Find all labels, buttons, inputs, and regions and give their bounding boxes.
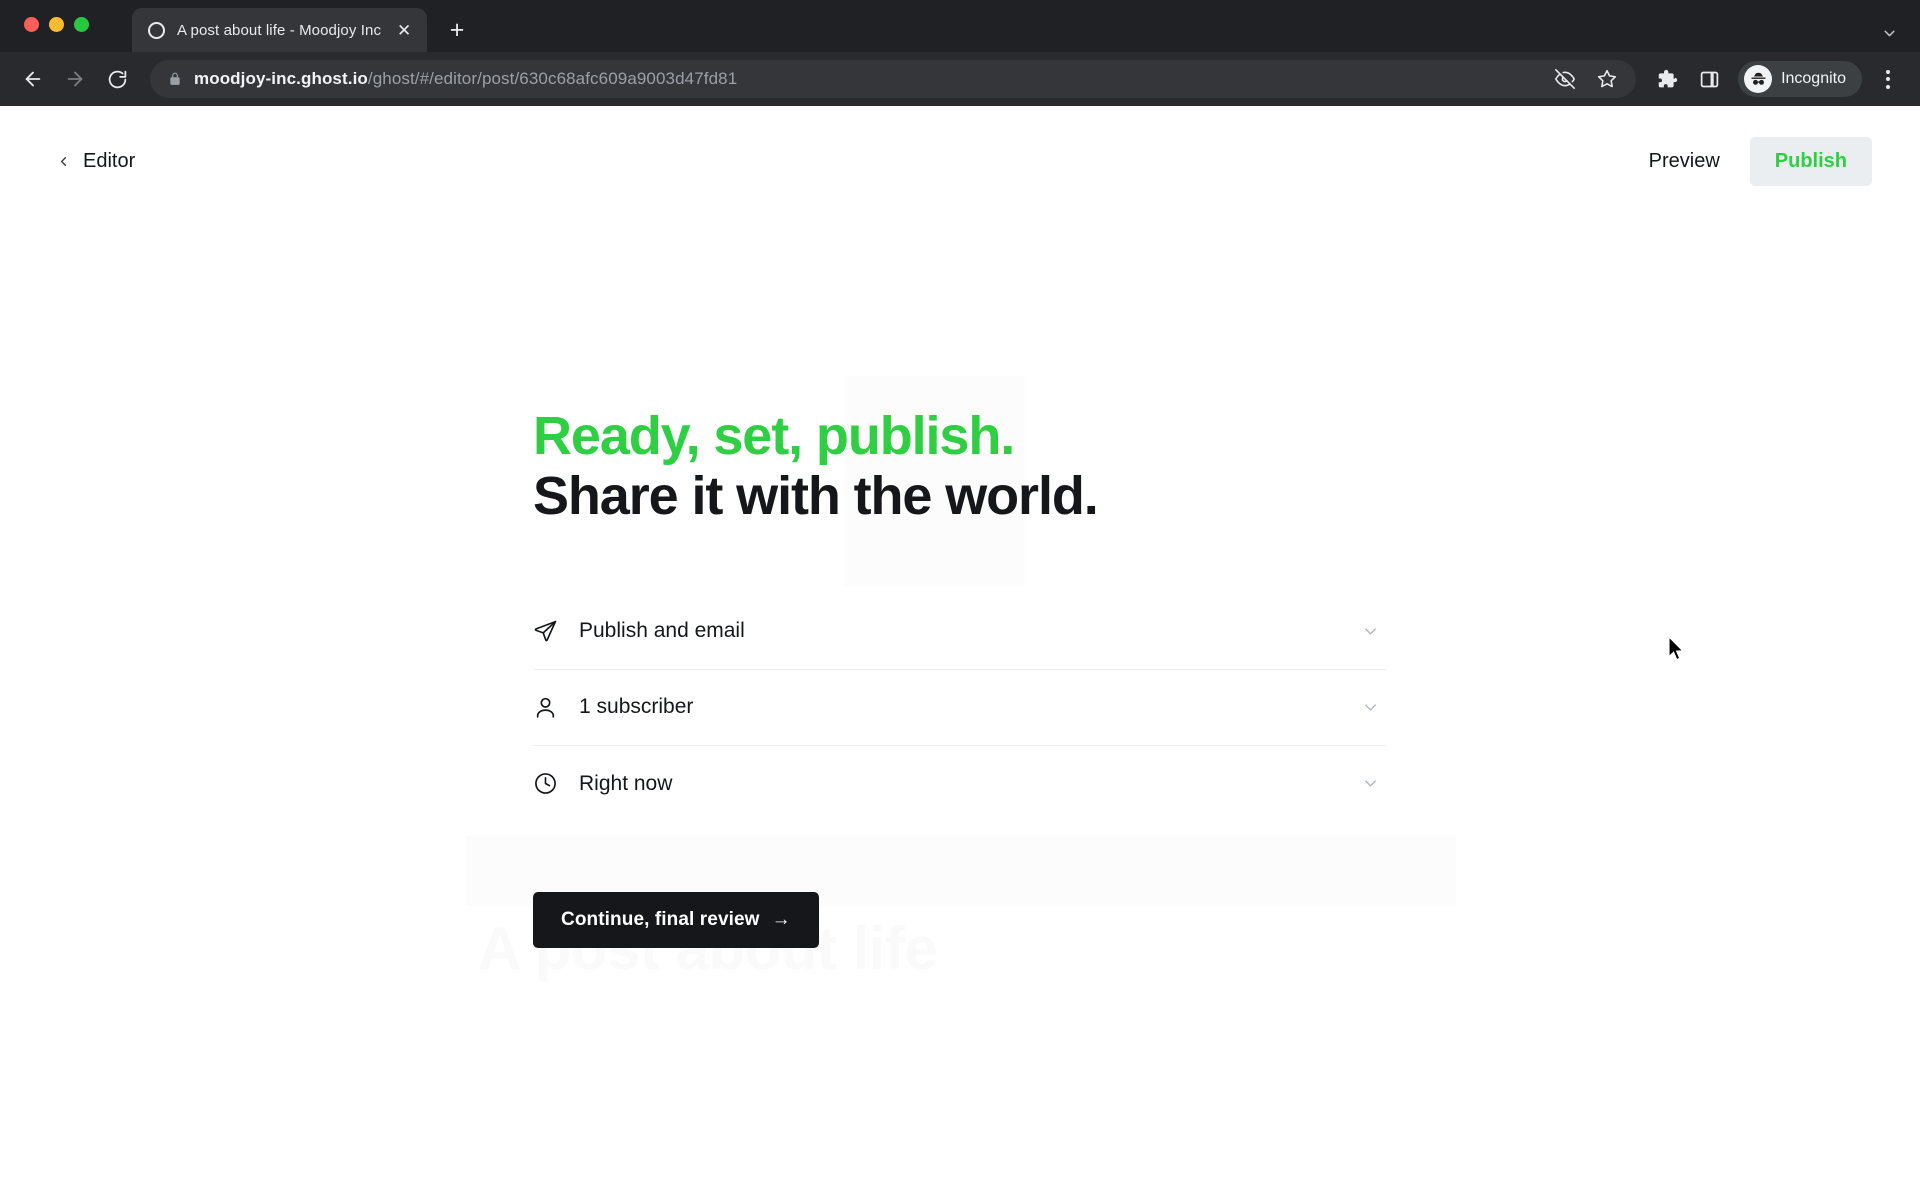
menu-dot [1886, 69, 1890, 74]
publish-option-audience[interactable]: 1 subscriber [533, 670, 1386, 746]
browser-window: A post about life - Moodjoy Inc ✕ + mood… [0, 0, 1920, 1200]
incognito-profile-button[interactable]: Incognito [1738, 61, 1862, 97]
address-bar[interactable]: moodjoy-inc.ghost.io/ghost/#/editor/post… [150, 60, 1637, 98]
preview-button[interactable]: Preview [1633, 140, 1736, 183]
back-to-editor-link[interactable]: Editor [56, 150, 135, 173]
three-dot-menu-icon[interactable] [1870, 60, 1906, 98]
clock-icon [533, 771, 579, 796]
publish-option-label: 1 subscriber [579, 695, 694, 719]
star-icon[interactable] [1590, 62, 1624, 96]
page-content: A post about life Editor Preview Publish… [0, 106, 1920, 1200]
close-window-button[interactable] [24, 17, 39, 32]
browser-toolbar: moodjoy-inc.ghost.io/ghost/#/editor/post… [0, 52, 1920, 106]
window-controls [24, 17, 89, 32]
incognito-label: Incognito [1781, 70, 1846, 87]
reload-icon[interactable] [98, 60, 136, 98]
new-tab-button[interactable]: + [439, 12, 475, 48]
person-icon [533, 695, 579, 720]
minimize-window-button[interactable] [49, 17, 64, 32]
headline-line-2: Share it with the world. [533, 466, 1099, 527]
omnibox-actions [1548, 62, 1624, 96]
publish-options-list: Publish and email 1 subscriber Right now [533, 594, 1386, 822]
incognito-avatar-icon [1744, 65, 1773, 93]
chevron-left-icon [56, 154, 71, 169]
tab-title: A post about life - Moodjoy Inc [177, 21, 382, 39]
url-host: moodjoy-inc.ghost.io [194, 69, 368, 88]
publish-flow-panel: Ready, set, publish. Share it with the w… [533, 406, 1433, 948]
publish-option-label: Right now [579, 771, 673, 795]
chevron-down-icon[interactable] [1361, 622, 1386, 641]
chevron-down-icon[interactable] [1881, 25, 1898, 42]
back-arrow-icon[interactable] [14, 60, 52, 98]
eye-slash-icon[interactable] [1548, 62, 1582, 96]
menu-dot [1886, 84, 1890, 89]
forward-arrow-icon[interactable] [56, 60, 94, 98]
continue-button-label: Continue, final review [561, 908, 760, 930]
paper-plane-icon [533, 619, 579, 644]
browser-chrome: A post about life - Moodjoy Inc ✕ + mood… [0, 0, 1920, 106]
mouse-cursor [1668, 635, 1688, 669]
page-title: Ready, set, publish. Share it with the w… [533, 406, 1433, 527]
ghost-logo-icon [148, 21, 165, 39]
chevron-down-icon[interactable] [1361, 774, 1386, 793]
publish-option-label: Publish and email [579, 619, 745, 643]
close-icon[interactable]: ✕ [393, 19, 415, 41]
puzzle-icon[interactable] [1648, 60, 1686, 98]
continue-final-review-button[interactable]: Continue, final review → [533, 891, 819, 948]
menu-dot [1886, 77, 1890, 81]
side-panel-icon[interactable] [1690, 60, 1728, 98]
arrow-right-icon: → [771, 908, 791, 930]
headline-line-1: Ready, set, publish. [533, 406, 1015, 466]
publish-option-publish-and-email[interactable]: Publish and email [533, 594, 1386, 670]
url-path: /ghost/#/editor/post/630c68afc609a9003d4… [367, 69, 738, 88]
back-link-label: Editor [83, 149, 136, 172]
lock-icon [168, 72, 182, 86]
editor-header: Editor Preview Publish [0, 106, 1920, 216]
url-text: moodjoy-inc.ghost.io/ghost/#/editor/post… [194, 69, 737, 89]
browser-tab[interactable]: A post about life - Moodjoy Inc ✕ [132, 8, 428, 52]
maximize-window-button[interactable] [74, 17, 89, 32]
chevron-down-icon[interactable] [1361, 698, 1386, 717]
publish-button[interactable]: Publish [1749, 136, 1872, 186]
tab-strip: A post about life - Moodjoy Inc ✕ + [0, 0, 1920, 52]
publish-option-schedule[interactable]: Right now [533, 746, 1386, 822]
